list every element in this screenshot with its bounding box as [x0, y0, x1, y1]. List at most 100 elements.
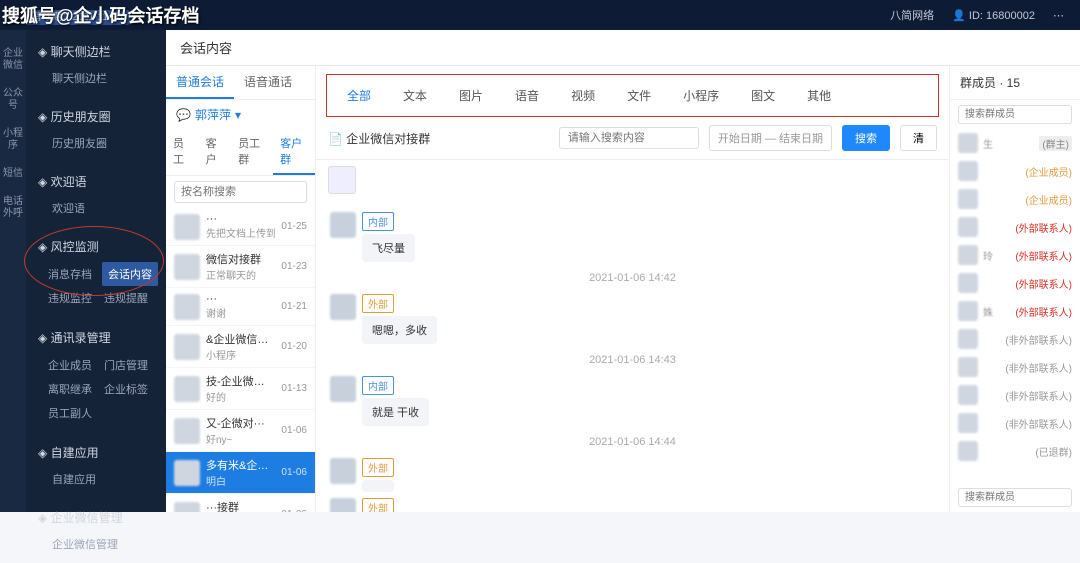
conv-tab[interactable]: 普通会话 [166, 66, 234, 99]
message-bubble: 飞尽量 [362, 234, 415, 262]
conversation-item[interactable]: 多有米&企业微信对接群明白01-06 [166, 452, 315, 494]
rail-item[interactable]: 企业微信 [0, 40, 26, 80]
sidebar-item[interactable]: 自建应用 [26, 466, 166, 492]
rail-item[interactable]: 公众号 [0, 80, 26, 120]
conv-tab[interactable]: 语音通话 [234, 66, 302, 99]
sidebar-group-head[interactable]: ◈ 企业微信管理 [26, 504, 166, 531]
conversation-item[interactable]: ···先把文档上传到微，这就是直01-25 [166, 208, 315, 246]
filter-tab[interactable]: 图片 [445, 83, 497, 108]
sidebar-group-head[interactable]: ◈ 欢迎语 [26, 168, 166, 195]
sidebar-group-head[interactable]: ◈ 风控监测 [26, 233, 166, 260]
sidebar-item[interactable]: 欢迎语 [26, 195, 166, 221]
sidebar-item[interactable]: 门店管理 [102, 353, 158, 377]
avatar [330, 458, 356, 484]
timestamp: 2021-01-06 14:42 [330, 272, 935, 284]
staff-selector[interactable]: 💬 郭萍萍 ▾ [166, 100, 315, 129]
conversation-item[interactable]: 微信对接群正常聊天的01-23 [166, 246, 315, 288]
sidebar-item[interactable]: 企业标签 [102, 377, 158, 401]
filter-tab[interactable]: 其他 [793, 83, 845, 108]
member-item[interactable]: (非外部联系人) [950, 353, 1080, 381]
conversation-item[interactable]: 又-企微对···好ny~01-06 [166, 410, 315, 452]
message-bubble [362, 480, 394, 492]
nav-rail: 企业微信公众号小程序短信电话外呼 [0, 0, 26, 512]
avatar [958, 217, 978, 237]
avatar [174, 214, 200, 240]
message: 外部嗯嗯，多收 [330, 294, 935, 344]
sidebar: ◈ 聊天侧边栏聊天侧边栏 ◈ 历史朋友圈历史朋友圈 ◈ 欢迎语欢迎语 ◈ 风控监测消息… [26, 0, 166, 512]
sidebar-item[interactable]: 企业成员 [46, 353, 102, 377]
sidebar-item[interactable]: 违规提醒 [102, 286, 158, 310]
avatar [958, 385, 978, 405]
filter-tab[interactable]: 小程序 [669, 83, 733, 108]
msg-tag: 外部 [362, 294, 394, 313]
filter-tab[interactable]: 文本 [389, 83, 441, 108]
conversation-item[interactable]: ···谢谢01-21 [166, 288, 315, 326]
avatar [958, 161, 978, 181]
message: 内部飞尽量 [330, 212, 935, 262]
member-item[interactable]: (企业成员) [950, 185, 1080, 213]
msg-tag: 内部 [362, 376, 394, 395]
members-search-input[interactable] [958, 105, 1072, 124]
member-role: (外部联系人) [1015, 248, 1072, 263]
member-item[interactable]: (非外部联系人) [950, 381, 1080, 409]
account-id[interactable]: 👤 ID: 16800002 [952, 9, 1035, 22]
avatar [330, 212, 356, 238]
sidebar-group-head[interactable]: ◈ 自建应用 [26, 439, 166, 466]
conv-filter-tab[interactable]: 客户 [199, 129, 232, 175]
members-more-input[interactable] [958, 488, 1072, 507]
search-button[interactable]: 搜索 [842, 125, 890, 151]
conversation-item[interactable]: &企业微信对···小程序01-20 [166, 326, 315, 368]
member-item[interactable]: 姝(外部联系人) [950, 297, 1080, 325]
filter-tab[interactable]: 视频 [557, 83, 609, 108]
sidebar-item[interactable]: 历史朋友圈 [26, 130, 166, 156]
avatar [174, 334, 200, 360]
filter-tab[interactable]: 全部 [333, 83, 385, 108]
dropdown-icon[interactable]: ⋯ [1053, 9, 1064, 22]
member-role: (非外部联系人) [1005, 388, 1072, 403]
sidebar-item[interactable]: 消息存档 [46, 262, 102, 286]
sidebar-group-head[interactable]: ◈ 历史朋友圈 [26, 103, 166, 130]
clear-button[interactable]: 清 [900, 125, 937, 151]
member-item[interactable]: (企业成员) [950, 157, 1080, 185]
conv-filter-tab[interactable]: 员工群 [231, 129, 273, 175]
member-item[interactable]: (非外部联系人) [950, 325, 1080, 353]
message-search-input[interactable] [559, 127, 699, 149]
sidebar-item[interactable]: 会话内容 [102, 262, 158, 286]
member-role: (外部联系人) [1015, 220, 1072, 235]
avatar [958, 189, 978, 209]
watermark: 搜狐号@企小码会话存档 [2, 2, 200, 28]
conv-filter-tab[interactable]: 员工 [166, 129, 199, 175]
member-item[interactable]: (非外部联系人) [950, 409, 1080, 437]
avatar [958, 413, 978, 433]
filter-tab[interactable]: 图文 [737, 83, 789, 108]
conversation-item[interactable]: 技-企业微接群好的01-13 [166, 368, 315, 410]
conv-filter-tab[interactable]: 客户群 [273, 129, 315, 175]
member-item[interactable]: (外部联系人) [950, 269, 1080, 297]
member-item[interactable]: 生(群主) [950, 129, 1080, 157]
avatar [958, 133, 978, 153]
members-title: 群成员 · 15 [950, 66, 1080, 100]
avatar [958, 357, 978, 377]
member-item[interactable]: (外部联系人) [950, 213, 1080, 241]
org-name[interactable]: 八简网络 [890, 7, 934, 23]
sidebar-item[interactable]: 企业微信管理 [26, 531, 166, 557]
filter-tab[interactable]: 文件 [613, 83, 665, 108]
rail-item[interactable]: 小程序 [0, 120, 26, 160]
member-item[interactable]: 玲(外部联系人) [950, 241, 1080, 269]
avatar [958, 441, 978, 461]
rail-item[interactable]: 短信 [1, 160, 25, 188]
rail-item[interactable]: 电话外呼 [0, 188, 26, 228]
sidebar-group-head[interactable]: ◈ 聊天侧边栏 [26, 38, 166, 65]
date-range[interactable]: 开始日期 — 结束日期 [709, 125, 832, 151]
conversation-item[interactable]: ···接群太能接根创接对01-06 [166, 494, 315, 512]
conv-search-input[interactable] [174, 181, 307, 203]
avatar [958, 329, 978, 349]
sidebar-item[interactable]: 违规监控 [46, 286, 102, 310]
sidebar-item[interactable]: 聊天侧边栏 [26, 65, 166, 91]
member-item[interactable]: (已退群) [950, 437, 1080, 465]
filter-tab[interactable]: 语音 [501, 83, 553, 108]
sidebar-item[interactable]: 员工副人 [46, 401, 102, 425]
member-role: (非外部联系人) [1005, 360, 1072, 375]
sidebar-group-head[interactable]: ◈ 通讯录管理 [26, 324, 166, 351]
sidebar-item[interactable]: 离职继承 [46, 377, 102, 401]
